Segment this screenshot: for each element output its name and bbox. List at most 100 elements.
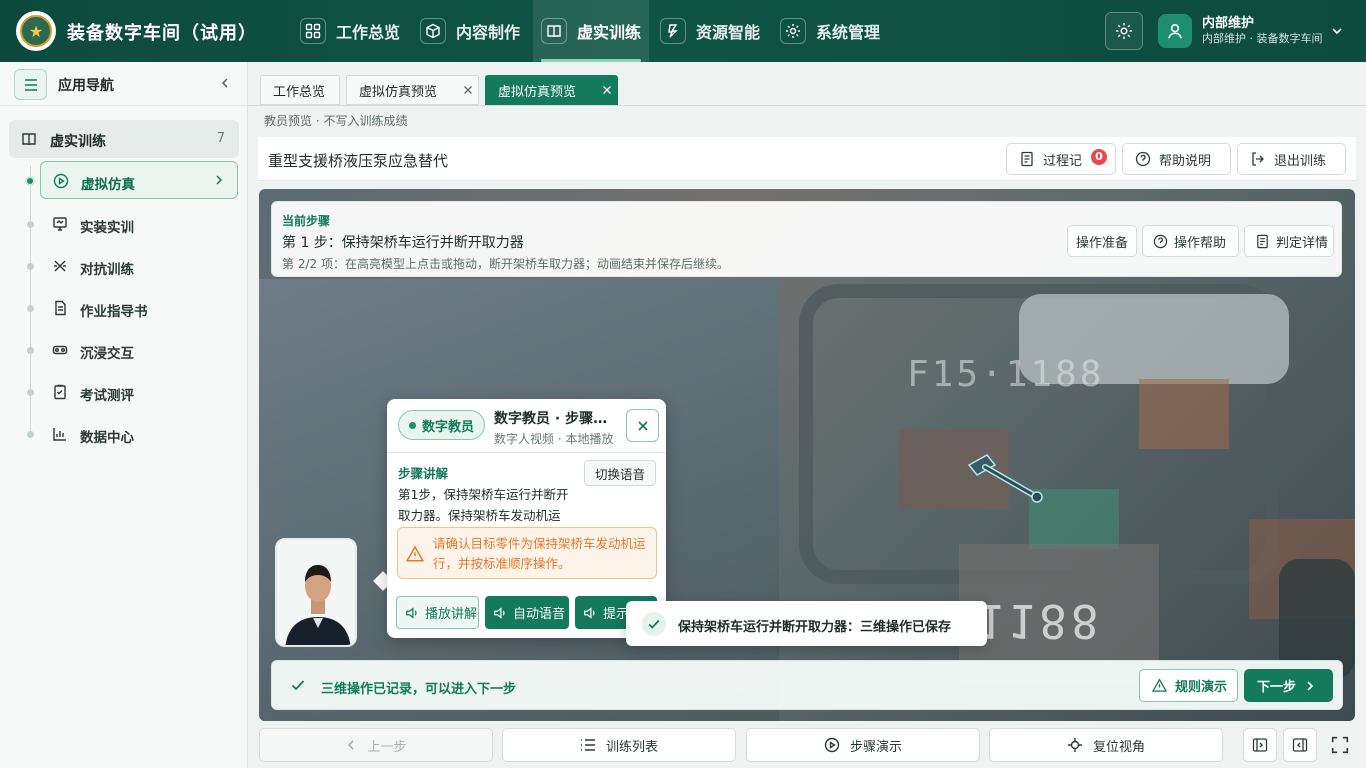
tree-dot: [27, 263, 34, 270]
speaker-icon: [583, 606, 597, 620]
operation-help-button[interactable]: 操作帮助: [1142, 225, 1239, 257]
auto-voice-label: 自动语音: [513, 607, 566, 622]
section-title: 步骤讲解: [398, 466, 449, 481]
process-log-badge: 0: [1091, 149, 1107, 165]
settings-button[interactable]: [1105, 12, 1143, 50]
digital-teacher-avatar[interactable]: [275, 538, 357, 647]
versus-icon: [52, 258, 68, 274]
current-step-panel: 当前步骤 第 1 步：保持架桥车运行并断开取力器 第 2/2 项：在高亮模型上点…: [271, 201, 1342, 277]
document-icon: [52, 300, 68, 316]
sidebar-item-label: 对抗训练: [80, 262, 134, 278]
rule-demo-label: 规则演示: [1175, 680, 1228, 695]
training-list-label: 训练列表: [605, 739, 658, 755]
step-tag: 当前步骤: [282, 214, 331, 228]
sidebar-header: 应用导航: [0, 62, 247, 106]
tab-sim-preview-active[interactable]: 虚拟仿真预览: [485, 75, 618, 105]
operation-prep-label: 操作准备: [1075, 235, 1128, 251]
warning-text: 请确认目标零件为保持架桥车发动机运行，并按标准顺序操作。: [433, 536, 646, 571]
process-log-label: 过程记: [1043, 153, 1083, 169]
exit-training-button[interactable]: 退出训练: [1237, 143, 1346, 175]
play-explanation-label: 播放讲解: [425, 607, 478, 622]
process-log-button[interactable]: 过程记 0: [1006, 143, 1116, 175]
emblem-icon: ★: [20, 15, 52, 47]
sidebar-item-virtual-sim[interactable]: 虚拟仿真: [40, 161, 238, 199]
nav-tab-resources[interactable]: 资源智能: [660, 0, 760, 62]
sidebar-item-work-guide[interactable]: 作业指导书: [40, 289, 238, 327]
save-toast: 保持架桥车运行并断开取力器：三维操作已保存: [626, 601, 987, 646]
nav-tab-content[interactable]: 内容制作: [420, 0, 520, 62]
crosshair-icon: [1067, 737, 1083, 753]
badge-label: 数字教员: [422, 419, 475, 435]
judgment-detail-label: 判定详情: [1276, 235, 1329, 251]
sidebar-item-data-center[interactable]: 数据中心: [40, 415, 238, 453]
sidebar-title: 应用导航: [58, 78, 114, 94]
tab-separator: [248, 105, 1366, 106]
previous-step-button[interactable]: 上一步: [259, 728, 493, 762]
book-icon: [21, 131, 37, 147]
ai-icon: [660, 18, 686, 44]
divider: [387, 452, 666, 453]
rule-demo-button[interactable]: 规则演示: [1139, 669, 1238, 702]
hamburger-icon: [23, 78, 39, 92]
digital-teacher-card: 数字教员 数字教员 · 步骤讲解 数字人视频 · 本地播放 步骤讲解 切换语音 …: [387, 399, 666, 638]
preview-notice: 教员预览 · 不写入训练成绩: [264, 114, 408, 128]
play-circle-icon: [824, 737, 840, 753]
nav-label: 系统管理: [816, 23, 881, 42]
tab-sim-preview[interactable]: 虚拟仿真预览: [346, 75, 479, 105]
step-description: 第 2/2 项：在高亮模型上点击或拖动，断开架桥车取力器；动画结束并保存后继续。: [282, 257, 729, 271]
nav-tab-training[interactable]: 虚实训练: [533, 0, 649, 62]
close-teacher-card-button[interactable]: [626, 409, 659, 442]
close-icon: [637, 420, 649, 432]
top-bar: ★ 装备数字车间（试用） 工作总览 内容制作 虚实训练 资源智能 系统管理 内部…: [0, 0, 1366, 62]
user-menu[interactable]: 内部维护 内部维护 · 装备数字车间: [1158, 13, 1323, 49]
sidebar-item-versus-training[interactable]: 对抗训练: [40, 247, 238, 285]
help-button[interactable]: 帮助说明: [1122, 143, 1231, 175]
check-icon: [290, 677, 306, 693]
toggle-right-panel-button[interactable]: [1283, 728, 1317, 762]
teacher-card-title: 数字教员 · 步骤讲解: [494, 411, 619, 427]
user-subtitle: 内部维护 · 装备数字车间: [1202, 32, 1323, 45]
tab-overview[interactable]: 工作总览: [260, 75, 340, 105]
digital-teacher-badge: 数字教员: [398, 410, 485, 440]
close-tab-icon[interactable]: [601, 84, 613, 96]
sidebar-item-equipment-training[interactable]: 实装实训: [40, 205, 238, 243]
nav-tab-overview[interactable]: 工作总览: [300, 0, 400, 62]
sidebar-item-exam[interactable]: 考试测评: [40, 373, 238, 411]
play-explanation-button[interactable]: 播放讲解: [396, 596, 479, 629]
sidebar: 应用导航 虚实训练 7 虚拟仿真 实装实训 对抗训练 作业指导书 沉浸交互 考试…: [0, 62, 248, 768]
operation-prep-button[interactable]: 操作准备: [1067, 225, 1137, 257]
question-circle-icon: [1135, 151, 1151, 167]
fullscreen-button[interactable]: [1323, 728, 1357, 762]
tree-line: [30, 166, 31, 438]
pto-lever-model[interactable]: [959, 451, 1049, 511]
sidebar-group-count: 7: [216, 131, 225, 146]
grid-icon: [300, 18, 326, 44]
next-step-button[interactable]: 下一步: [1244, 669, 1333, 702]
page-title-bar: 重型支援桥液压泵应急替代 过程记 0 帮助说明 退出训练: [258, 137, 1356, 181]
play-circle-icon: [53, 173, 69, 189]
nav-label: 虚实训练: [577, 23, 642, 42]
speaker-icon: [493, 606, 507, 620]
judgment-detail-button[interactable]: 判定详情: [1244, 225, 1334, 257]
collapse-sidebar-icon[interactable]: [218, 76, 232, 90]
nav-tab-system[interactable]: 系统管理: [780, 0, 880, 62]
menu-toggle-button[interactable]: [14, 69, 47, 100]
chevron-left-icon: [345, 739, 357, 751]
sidebar-group-training[interactable]: 虚实训练 7: [9, 120, 239, 158]
close-tab-icon[interactable]: [462, 84, 474, 96]
step-demo-button[interactable]: 步骤演示: [746, 728, 980, 762]
app-title: 装备数字车间（试用）: [67, 23, 257, 44]
switch-voice-button[interactable]: 切换语音: [584, 460, 656, 486]
training-list-button[interactable]: 训练列表: [502, 728, 736, 762]
chevron-down-icon[interactable]: [1330, 24, 1344, 38]
sidebar-item-immersive[interactable]: 沉浸交互: [40, 331, 238, 369]
step-demo-label: 步骤演示: [849, 739, 902, 755]
auto-voice-button[interactable]: 自动语音: [485, 596, 569, 629]
gear-icon: [1115, 22, 1133, 40]
reset-view-button[interactable]: 复位视角: [989, 728, 1223, 762]
previous-step-label: 上一步: [367, 739, 407, 755]
toggle-left-panel-button[interactable]: [1243, 728, 1277, 762]
logout-icon: [1250, 151, 1266, 167]
user-name: 内部维护: [1202, 16, 1255, 31]
help-label: 帮助说明: [1159, 153, 1212, 169]
